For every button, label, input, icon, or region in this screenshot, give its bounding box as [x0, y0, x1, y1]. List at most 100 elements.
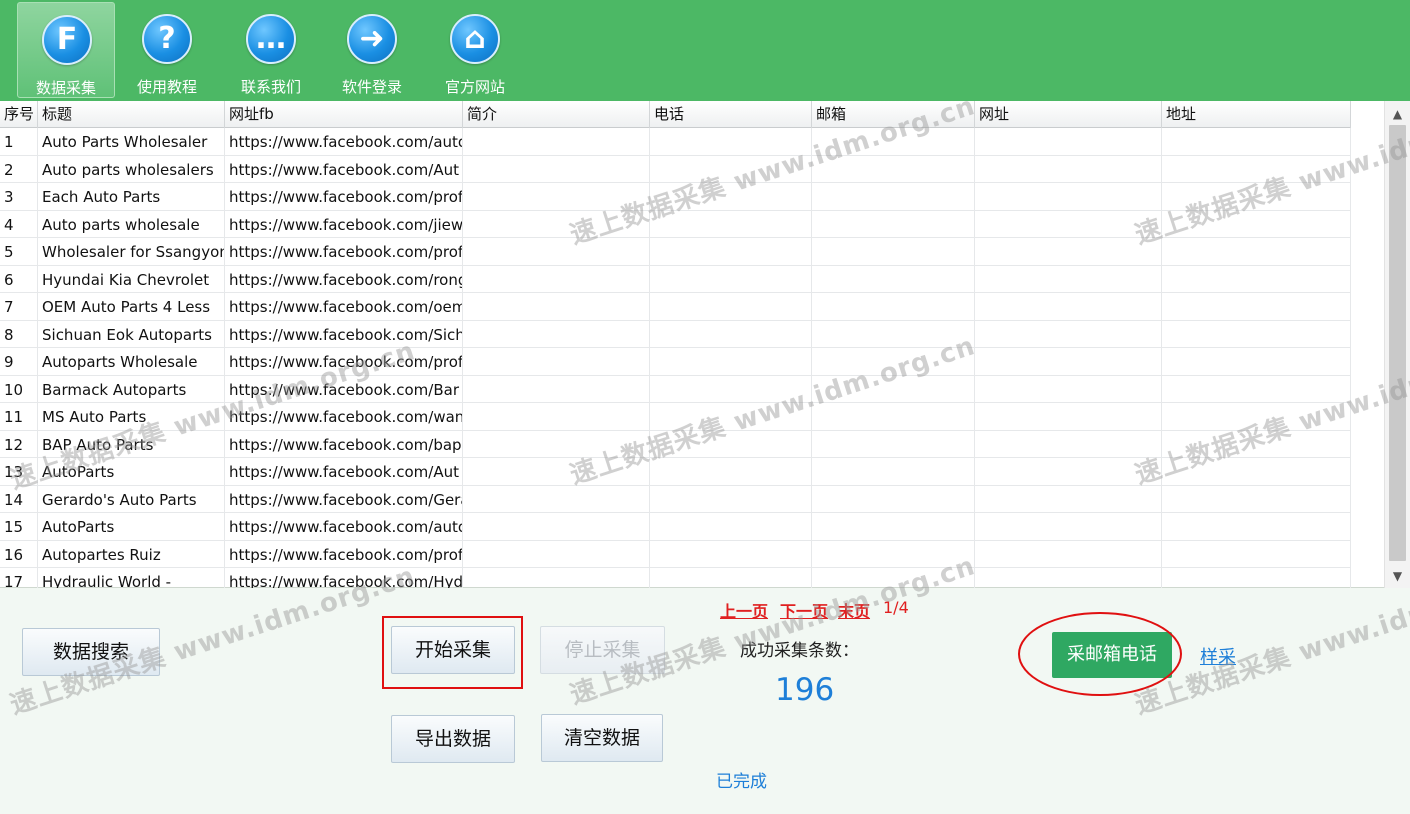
results-grid: 序号 标题 网址fb 简介 电话 邮箱 网址 地址 1 Auto Parts Wholesale… — [0, 101, 1410, 588]
count-value: 196 — [775, 672, 835, 708]
table-cell — [812, 155, 975, 183]
column-header[interactable]: 序号 — [0, 101, 38, 128]
highlight-box — [382, 616, 523, 689]
prev-page-link[interactable]: 上一页 — [720, 598, 768, 622]
table-row[interactable]: 13 AutoParts https://www.facebook.com/Aut — [0, 458, 1351, 486]
table-cell — [650, 265, 812, 293]
table-row[interactable]: 17 Hydraulic World - https://www.facebook.… — [0, 568, 1351, 588]
stop-collect-button[interactable]: 停止采集 — [540, 626, 665, 674]
table-cell — [1162, 513, 1351, 541]
table-cell: Barmack Autoparts — [38, 375, 225, 403]
table-cell — [812, 210, 975, 238]
table-cell — [1162, 430, 1351, 458]
toolbar-label: 数据采集 — [35, 79, 96, 97]
table-cell — [463, 430, 650, 458]
table-cell — [812, 568, 975, 588]
table-cell — [975, 155, 1162, 183]
column-header[interactable]: 网址 — [975, 101, 1162, 128]
table-cell: OEM Auto Parts 4 Less — [38, 293, 225, 321]
table-cell: AutoParts — [38, 458, 225, 486]
toolbar-label: 使用教程 — [136, 78, 197, 96]
column-header[interactable]: 简介 — [463, 101, 650, 128]
table-cell: https://www.facebook.com/auto — [225, 513, 463, 541]
table-cell — [812, 348, 975, 376]
table-cell — [1162, 293, 1351, 321]
table-cell — [650, 348, 812, 376]
column-header[interactable]: 网址fb — [225, 101, 463, 128]
column-header[interactable]: 邮箱 — [812, 101, 975, 128]
table-row[interactable]: 12 BAP Auto Parts https://www.facebook.com… — [0, 430, 1351, 458]
table-cell — [650, 210, 812, 238]
table-cell — [1162, 155, 1351, 183]
table-cell — [650, 238, 812, 266]
table-row[interactable]: 14 Gerardo's Auto Parts https://www.facebo… — [0, 485, 1351, 513]
last-page-link[interactable]: 末页 — [838, 598, 870, 622]
table-cell — [463, 210, 650, 238]
table-cell — [1162, 485, 1351, 513]
sample-link[interactable]: 样采 — [1200, 643, 1236, 669]
toolbar-login[interactable]: ➜ 软件登录 — [323, 2, 421, 98]
toolbar-website[interactable]: ⌂ 官方网站 — [426, 2, 524, 98]
table-cell — [650, 293, 812, 321]
table-cell — [463, 155, 650, 183]
table-cell: BAP Auto Parts — [38, 430, 225, 458]
table-row[interactable]: 2 Auto parts wholesalers https://www.faceb… — [0, 155, 1351, 183]
table-row[interactable]: 3 Each Auto Parts https://www.facebook.com… — [0, 183, 1351, 211]
toolbar-contact[interactable]: … 联系我们 — [222, 2, 320, 98]
table-cell: Autoparts Wholesale — [38, 348, 225, 376]
table-cell: Hyundai Kia Chevrolet — [38, 265, 225, 293]
table-cell — [463, 238, 650, 266]
next-page-link[interactable]: 下一页 — [780, 598, 828, 622]
table-cell — [812, 183, 975, 211]
scroll-down-icon[interactable]: ▼ — [1385, 565, 1410, 587]
table-cell — [650, 403, 812, 431]
table-cell: https://www.facebook.com/jiew — [225, 210, 463, 238]
table-row[interactable]: 9 Autoparts Wholesale https://www.facebook… — [0, 348, 1351, 376]
column-header[interactable]: 标题 — [38, 101, 225, 128]
table-row[interactable]: 10 Barmack Autoparts https://www.facebook.… — [0, 375, 1351, 403]
table-row[interactable]: 8 Sichuan Eok Autoparts https://www.facebo… — [0, 320, 1351, 348]
table-cell: Wholesaler for Ssangyong — [38, 238, 225, 266]
table-cell: 1 — [0, 128, 38, 156]
table-row[interactable]: 6 Hyundai Kia Chevrolet https://www.facebo… — [0, 265, 1351, 293]
table-row[interactable]: 16 Autopartes Ruiz https://www.facebook.co… — [0, 540, 1351, 568]
clear-data-button[interactable]: 清空数据 — [541, 714, 663, 762]
table-cell — [812, 430, 975, 458]
data-search-button[interactable]: 数据搜索 — [22, 628, 160, 676]
table-cell: 14 — [0, 485, 38, 513]
table-cell: Each Auto Parts — [38, 183, 225, 211]
export-data-button[interactable]: 导出数据 — [391, 715, 515, 763]
table-cell — [812, 128, 975, 156]
table-cell — [812, 540, 975, 568]
table-cell — [1162, 540, 1351, 568]
toolbar-data-collect[interactable]: F 数据采集 — [17, 2, 115, 98]
column-header[interactable]: 电话 — [650, 101, 812, 128]
table-row[interactable]: 4 Auto parts wholesale https://www.faceboo… — [0, 210, 1351, 238]
column-header[interactable]: 地址 — [1162, 101, 1351, 128]
table-cell — [650, 458, 812, 486]
table-cell: 12 — [0, 430, 38, 458]
table-cell: Auto parts wholesale — [38, 210, 225, 238]
table-cell — [1162, 320, 1351, 348]
table-cell: 6 — [0, 265, 38, 293]
table-cell — [1162, 403, 1351, 431]
scroll-up-icon[interactable]: ▲ — [1385, 103, 1410, 125]
table-cell — [1162, 265, 1351, 293]
table-cell: MS Auto Parts — [38, 403, 225, 431]
toolbar-tutorial[interactable]: ? 使用教程 — [118, 2, 216, 98]
question-icon: ? — [142, 14, 192, 64]
count-label: 成功采集条数： — [740, 641, 859, 661]
table-row[interactable]: 5 Wholesaler for Ssangyong https://www.fac… — [0, 238, 1351, 266]
table-row[interactable]: 7 OEM Auto Parts 4 Less https://www.facebo… — [0, 293, 1351, 321]
table-cell: https://www.facebook.com/Bar — [225, 375, 463, 403]
toolbar-label: 官方网站 — [444, 78, 505, 96]
table-row[interactable]: 1 Auto Parts Wholesaler https://www.facebo… — [0, 128, 1351, 156]
vertical-scrollbar[interactable]: ▲ ▼ — [1384, 101, 1410, 588]
table-cell: 13 — [0, 458, 38, 486]
table-row[interactable]: 11 MS Auto Parts https://www.facebook.com/… — [0, 403, 1351, 431]
grid-body: 1 Auto Parts Wholesaler https://www.facebo… — [0, 128, 1351, 588]
table-cell: https://www.facebook.com/profi — [225, 540, 463, 568]
scroll-thumb[interactable] — [1389, 125, 1406, 561]
table-row[interactable]: 15 AutoParts https://www.facebook.com/auto — [0, 513, 1351, 541]
table-cell — [975, 513, 1162, 541]
